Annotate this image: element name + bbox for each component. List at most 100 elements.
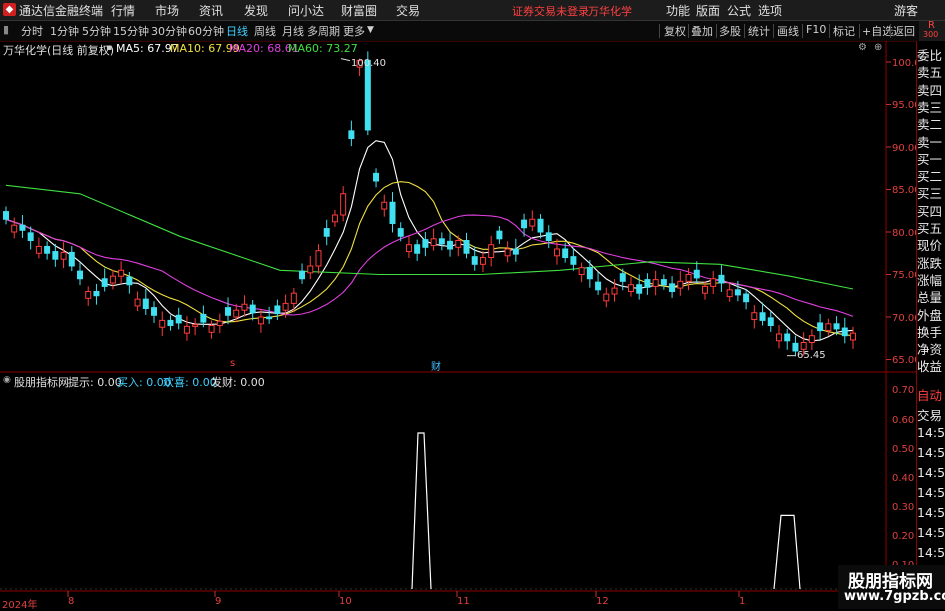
trade-status[interactable]: 证券交易未登录 [512, 3, 589, 19]
candle-body [463, 240, 470, 254]
indicator-rich: 发财: 0.00 [211, 376, 265, 389]
menu-jiaoyi[interactable]: 交易 [396, 2, 420, 19]
marker-cai: 财 [431, 362, 441, 373]
menu-hangqing[interactable]: 行情 [111, 2, 135, 19]
indicator-lines [411, 432, 801, 590]
r-badge[interactable]: R 300 [919, 20, 945, 41]
candle-body [422, 239, 429, 248]
trade-field-3: 14:56 [917, 445, 945, 460]
btn-fanhui[interactable]: 返回 [893, 23, 915, 39]
app-logo-icon: ◆ [3, 3, 16, 16]
candle-body [701, 285, 708, 294]
chart-settings-icon[interactable]: ⚙ [858, 42, 867, 53]
btn-diejia[interactable]: 叠加 [691, 23, 713, 39]
period-fenshi[interactable]: 分时 [21, 23, 43, 39]
candle-body [652, 279, 659, 287]
user-label[interactable]: 游客 [894, 2, 918, 19]
indicator-toggle-icon[interactable]: ◉ [3, 375, 11, 385]
app-title: 通达信金融终端 [19, 4, 104, 18]
period-60min[interactable]: 60分钟 [188, 23, 224, 39]
candle-body [19, 224, 26, 231]
btn-duogu[interactable]: 多股 [719, 23, 741, 39]
candle-body [11, 224, 18, 233]
candle-body [208, 325, 215, 333]
candle-body [315, 250, 322, 267]
candle-body [817, 322, 824, 332]
candle-body [537, 218, 544, 233]
candle-body [381, 201, 388, 210]
menu-gongshi[interactable]: 公式 [727, 2, 751, 19]
menu-faxian[interactable]: 发现 [244, 2, 268, 19]
period-more[interactable]: 更多 [343, 23, 365, 39]
watermark: 股朋指标网 www.7gpzb.com [838, 565, 945, 609]
menu-wenxiaoda[interactable]: 问小达 [288, 2, 324, 19]
btn-tongji[interactable]: 统计 [748, 23, 770, 39]
ma10-line [5, 181, 854, 337]
candle-body [726, 289, 733, 298]
menu-caifuquan[interactable]: 财富圈 [341, 2, 377, 19]
btn-fuquan[interactable]: 复权 [664, 23, 686, 39]
candle-body [430, 238, 437, 247]
candle-body [529, 218, 536, 227]
menu-banmian[interactable]: 版面 [696, 2, 720, 19]
candle-body [389, 201, 396, 224]
r-badge-number: 300 [923, 30, 939, 39]
candle-body [167, 319, 174, 326]
candle-body [479, 257, 486, 265]
candle-body [636, 284, 643, 294]
trade-field-4: 14:56 [917, 465, 945, 480]
period-multi[interactable]: 多周期 [307, 23, 340, 39]
candle-body [578, 267, 585, 275]
more-arrow-icon[interactable]: ▼ [367, 25, 374, 35]
candle-body [241, 303, 248, 311]
indicator-hint: 提示: 0.00 [68, 376, 122, 389]
candle-body [52, 251, 59, 260]
menu-bar: ◆ 通达信金融终端 行情 市场 资讯 发现 问小达 财富圈 交易 证券交易未登录… [0, 0, 945, 21]
indicator-spike-2 [773, 514, 801, 590]
period-weekly[interactable]: 周线 [254, 23, 276, 39]
candle-body [669, 283, 676, 293]
period-15min[interactable]: 15分钟 [113, 23, 149, 39]
menu-zixun[interactable]: 资讯 [199, 2, 223, 19]
candle-body [850, 332, 856, 341]
candle-body [414, 244, 421, 254]
candle-body [759, 312, 766, 321]
chart-zoom-icon[interactable]: ⊕ [874, 42, 882, 53]
btn-huaxian[interactable]: 画线 [777, 23, 799, 39]
ma60-label: MA60: 73.27 [288, 42, 358, 55]
candle-body [299, 270, 306, 280]
candle-body [570, 256, 577, 265]
quote-field-18: 收益 [917, 359, 943, 375]
candle-body [488, 244, 495, 258]
candle-body [348, 130, 355, 139]
menu-shichang[interactable]: 市场 [155, 2, 179, 19]
toolbar-grip-icon: ▮ [3, 23, 10, 36]
period-daily[interactable]: 日线 [226, 23, 248, 39]
high-pointer [340, 58, 351, 62]
candle-body [496, 230, 503, 240]
candle-body [710, 278, 717, 287]
candle-body [200, 313, 207, 323]
btn-zixuan[interactable]: +自选 [862, 23, 893, 39]
menu-xuanxiang[interactable]: 选项 [758, 2, 782, 19]
trade-field-0[interactable]: 自动 [917, 385, 945, 405]
period-5min[interactable]: 5分钟 [82, 23, 111, 39]
period-30min[interactable]: 30分钟 [151, 23, 187, 39]
btn-biaoji[interactable]: 标记 [833, 23, 855, 39]
candle-body [808, 335, 815, 344]
trade-field-8: 14:56 [917, 545, 945, 560]
kline-chart-svg[interactable] [0, 41, 917, 609]
period-1min[interactable]: 1分钟 [50, 23, 79, 39]
menu-gongneng[interactable]: 功能 [666, 2, 690, 19]
btn-f10[interactable]: F10 [806, 23, 826, 36]
candle-body [77, 270, 84, 280]
ind-y-tick: 0.30 [892, 502, 915, 513]
indicator-name[interactable]: 股朋指标网 [14, 374, 69, 390]
period-monthly[interactable]: 月线 [282, 23, 304, 39]
candle-body [126, 276, 133, 286]
candle-body [175, 314, 182, 324]
candle-body [225, 307, 232, 316]
candle-body [611, 287, 618, 295]
candle-body [331, 214, 338, 223]
indicator-spike-1 [411, 432, 432, 590]
